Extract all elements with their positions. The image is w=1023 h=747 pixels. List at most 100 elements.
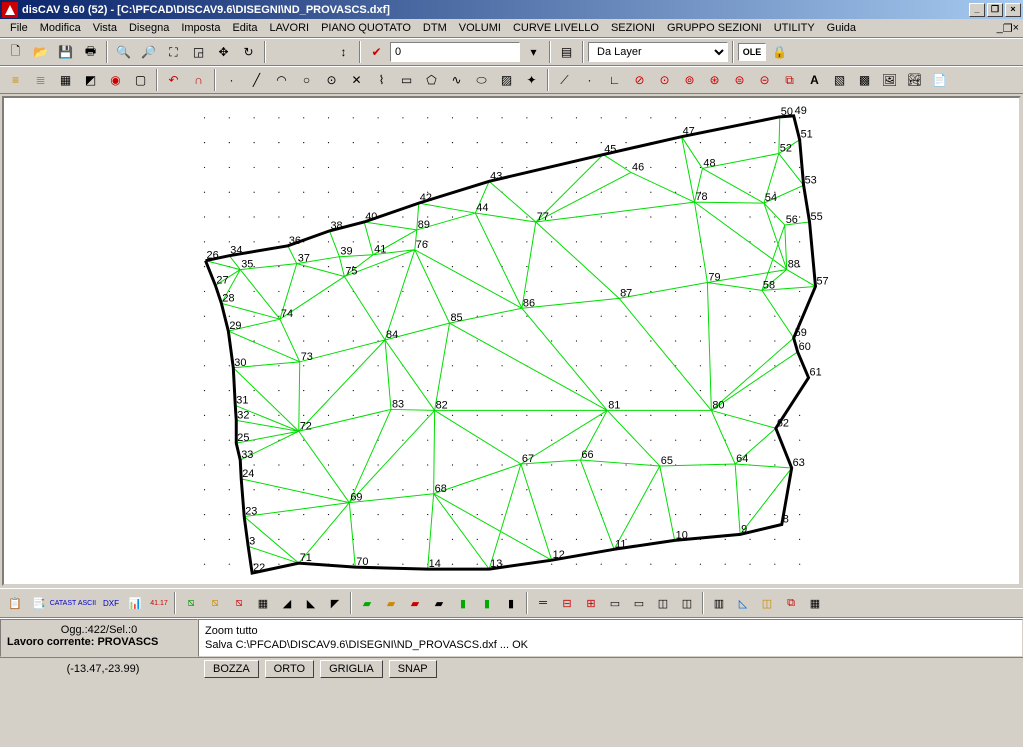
btool-surf2[interactable]: ▰	[380, 592, 402, 614]
osnap3-icon[interactable]: ▦	[54, 69, 77, 91]
btool-sec3[interactable]: ⊞	[580, 592, 602, 614]
footer-bozza[interactable]: BOZZA	[204, 660, 259, 678]
hatch2-icon[interactable]: ▧	[828, 69, 851, 91]
btool-surf7[interactable]: ▮	[500, 592, 522, 614]
arc-icon[interactable]: ◠	[270, 69, 293, 91]
btool-catast[interactable]: CATAST	[52, 592, 74, 614]
tan5-icon[interactable]: ⊜	[728, 69, 751, 91]
star-icon[interactable]: ✦	[520, 69, 543, 91]
point-icon[interactable]: ·	[220, 69, 243, 91]
menu-piano-quotato[interactable]: PIANO QUOTATO	[315, 20, 417, 36]
btool-view5[interactable]: ▦	[804, 592, 826, 614]
btool-view4[interactable]: ⧉	[780, 592, 802, 614]
lock-icon[interactable]: 🔒	[768, 41, 791, 63]
hatch-icon[interactable]: ▨	[495, 69, 518, 91]
redraw-icon[interactable]: ↻	[237, 41, 260, 63]
btool-dxf[interactable]: DXF	[100, 592, 122, 614]
cross-icon[interactable]: ✕	[345, 69, 368, 91]
btool-sec4[interactable]: ▭	[604, 592, 626, 614]
magnet-icon[interactable]: ∩	[187, 69, 210, 91]
menu-volumi[interactable]: VOLUMI	[453, 20, 507, 36]
insert-icon[interactable]: 📄	[928, 69, 951, 91]
check-red-icon[interactable]: ✔	[365, 41, 388, 63]
btool-4117[interactable]: 41.17	[148, 592, 170, 614]
menu-imposta[interactable]: Imposta	[175, 20, 226, 36]
btool-tri3[interactable]: ◤	[324, 592, 346, 614]
circle-icon[interactable]: ○	[295, 69, 318, 91]
btool-6[interactable]: 📊	[124, 592, 146, 614]
btool-surf5[interactable]: ▮	[452, 592, 474, 614]
polygon-icon[interactable]: ⬠	[420, 69, 443, 91]
drawing-canvas[interactable]: 2634352728293031322533242332236377473727…	[2, 96, 1021, 586]
btool-surf4[interactable]: ▰	[428, 592, 450, 614]
close-button[interactable]: ×	[1005, 3, 1021, 17]
zoom-out-icon[interactable]: 🔍	[112, 41, 135, 63]
layer-dropdown-icon[interactable]: ▾	[522, 41, 545, 63]
menu-lavori[interactable]: LAVORI	[264, 20, 316, 36]
image-icon[interactable]: 🖼	[878, 69, 901, 91]
perp-icon[interactable]: ∟	[603, 69, 626, 91]
tan2-icon[interactable]: ⊙	[653, 69, 676, 91]
maximize-button[interactable]: ❐	[987, 3, 1003, 17]
tan1-icon[interactable]: ⊘	[628, 69, 651, 91]
btool-sec7[interactable]: ◫	[676, 592, 698, 614]
new-icon[interactable]: 🗋	[4, 41, 27, 63]
print-icon[interactable]: 🖶	[79, 41, 102, 63]
footer-orto[interactable]: ORTO	[265, 660, 314, 678]
layers-icon[interactable]: ▤	[555, 41, 578, 63]
menu-vista[interactable]: Vista	[87, 20, 123, 36]
btool-surf1[interactable]: ▰	[356, 592, 378, 614]
menu-dtm[interactable]: DTM	[417, 20, 453, 36]
zoom-window-icon[interactable]: ◲	[187, 41, 210, 63]
mdi-close-button[interactable]: ×	[1013, 22, 1019, 34]
trim-icon[interactable]: ⟋	[553, 69, 576, 91]
save-icon[interactable]: 💾	[54, 41, 77, 63]
btool-view1[interactable]: ▥	[708, 592, 730, 614]
zoom-in-icon[interactable]: 🔎	[137, 41, 160, 63]
photo-icon[interactable]: 🏞	[903, 69, 926, 91]
btool-surf3[interactable]: ▰	[404, 592, 426, 614]
osnap1-icon[interactable]: ≡	[4, 69, 27, 91]
btool-sec2[interactable]: ⊟	[556, 592, 578, 614]
circle-center-icon[interactable]: ⊙	[320, 69, 343, 91]
btool-2[interactable]: 📑	[28, 592, 50, 614]
menu-disegna[interactable]: Disegna	[123, 20, 175, 36]
btool-mesh3[interactable]: ⧅	[228, 592, 250, 614]
rect-icon[interactable]: ▭	[395, 69, 418, 91]
extend-icon[interactable]: ·	[578, 69, 601, 91]
arrow-icon[interactable]: ↕	[332, 41, 355, 63]
minimize-button[interactable]: _	[969, 3, 985, 17]
line-icon[interactable]: ╱	[245, 69, 268, 91]
menu-file[interactable]: File	[4, 20, 34, 36]
menu-sezioni[interactable]: SEZIONI	[605, 20, 661, 36]
menu-curve-livello[interactable]: CURVE LIVELLO	[507, 20, 605, 36]
hatch3-icon[interactable]: ▩	[853, 69, 876, 91]
btool-ascii[interactable]: ASCII	[76, 592, 98, 614]
menu-modifica[interactable]: Modifica	[34, 20, 87, 36]
menu-utility[interactable]: UTILITY	[768, 20, 821, 36]
btool-sec1[interactable]: ═	[532, 592, 554, 614]
osnap6-icon[interactable]: ▢	[129, 69, 152, 91]
undo-icon[interactable]: ↶	[162, 69, 185, 91]
ellipse-icon[interactable]: ⬭	[470, 69, 493, 91]
btool-surf6[interactable]: ▮	[476, 592, 498, 614]
spline-icon[interactable]: ∿	[445, 69, 468, 91]
menu-edita[interactable]: Edita	[226, 20, 263, 36]
pan-icon[interactable]: ✥	[212, 41, 235, 63]
btool-grid[interactable]: ▦	[252, 592, 274, 614]
footer-griglia[interactable]: GRIGLIA	[320, 660, 383, 678]
footer-snap[interactable]: SNAP	[389, 660, 437, 678]
menu-gruppo-sezioni[interactable]: GRUPPO SEZIONI	[661, 20, 768, 36]
tan4-icon[interactable]: ⊛	[703, 69, 726, 91]
zoom-fit-icon[interactable]: ⛶	[162, 41, 185, 63]
osnap2-icon[interactable]: ≣	[29, 69, 52, 91]
btool-1[interactable]: 📋	[4, 592, 26, 614]
tan6-icon[interactable]: ⊝	[753, 69, 776, 91]
osnap5-icon[interactable]: ◉	[104, 69, 127, 91]
osnap4-icon[interactable]: ◩	[79, 69, 102, 91]
btool-mesh1[interactable]: ⧅	[180, 592, 202, 614]
mdi-maximize-button[interactable]: ❐	[1003, 22, 1013, 35]
layer-input[interactable]	[390, 42, 520, 62]
open-icon[interactable]: 📂	[29, 41, 52, 63]
btool-sec5[interactable]: ▭	[628, 592, 650, 614]
